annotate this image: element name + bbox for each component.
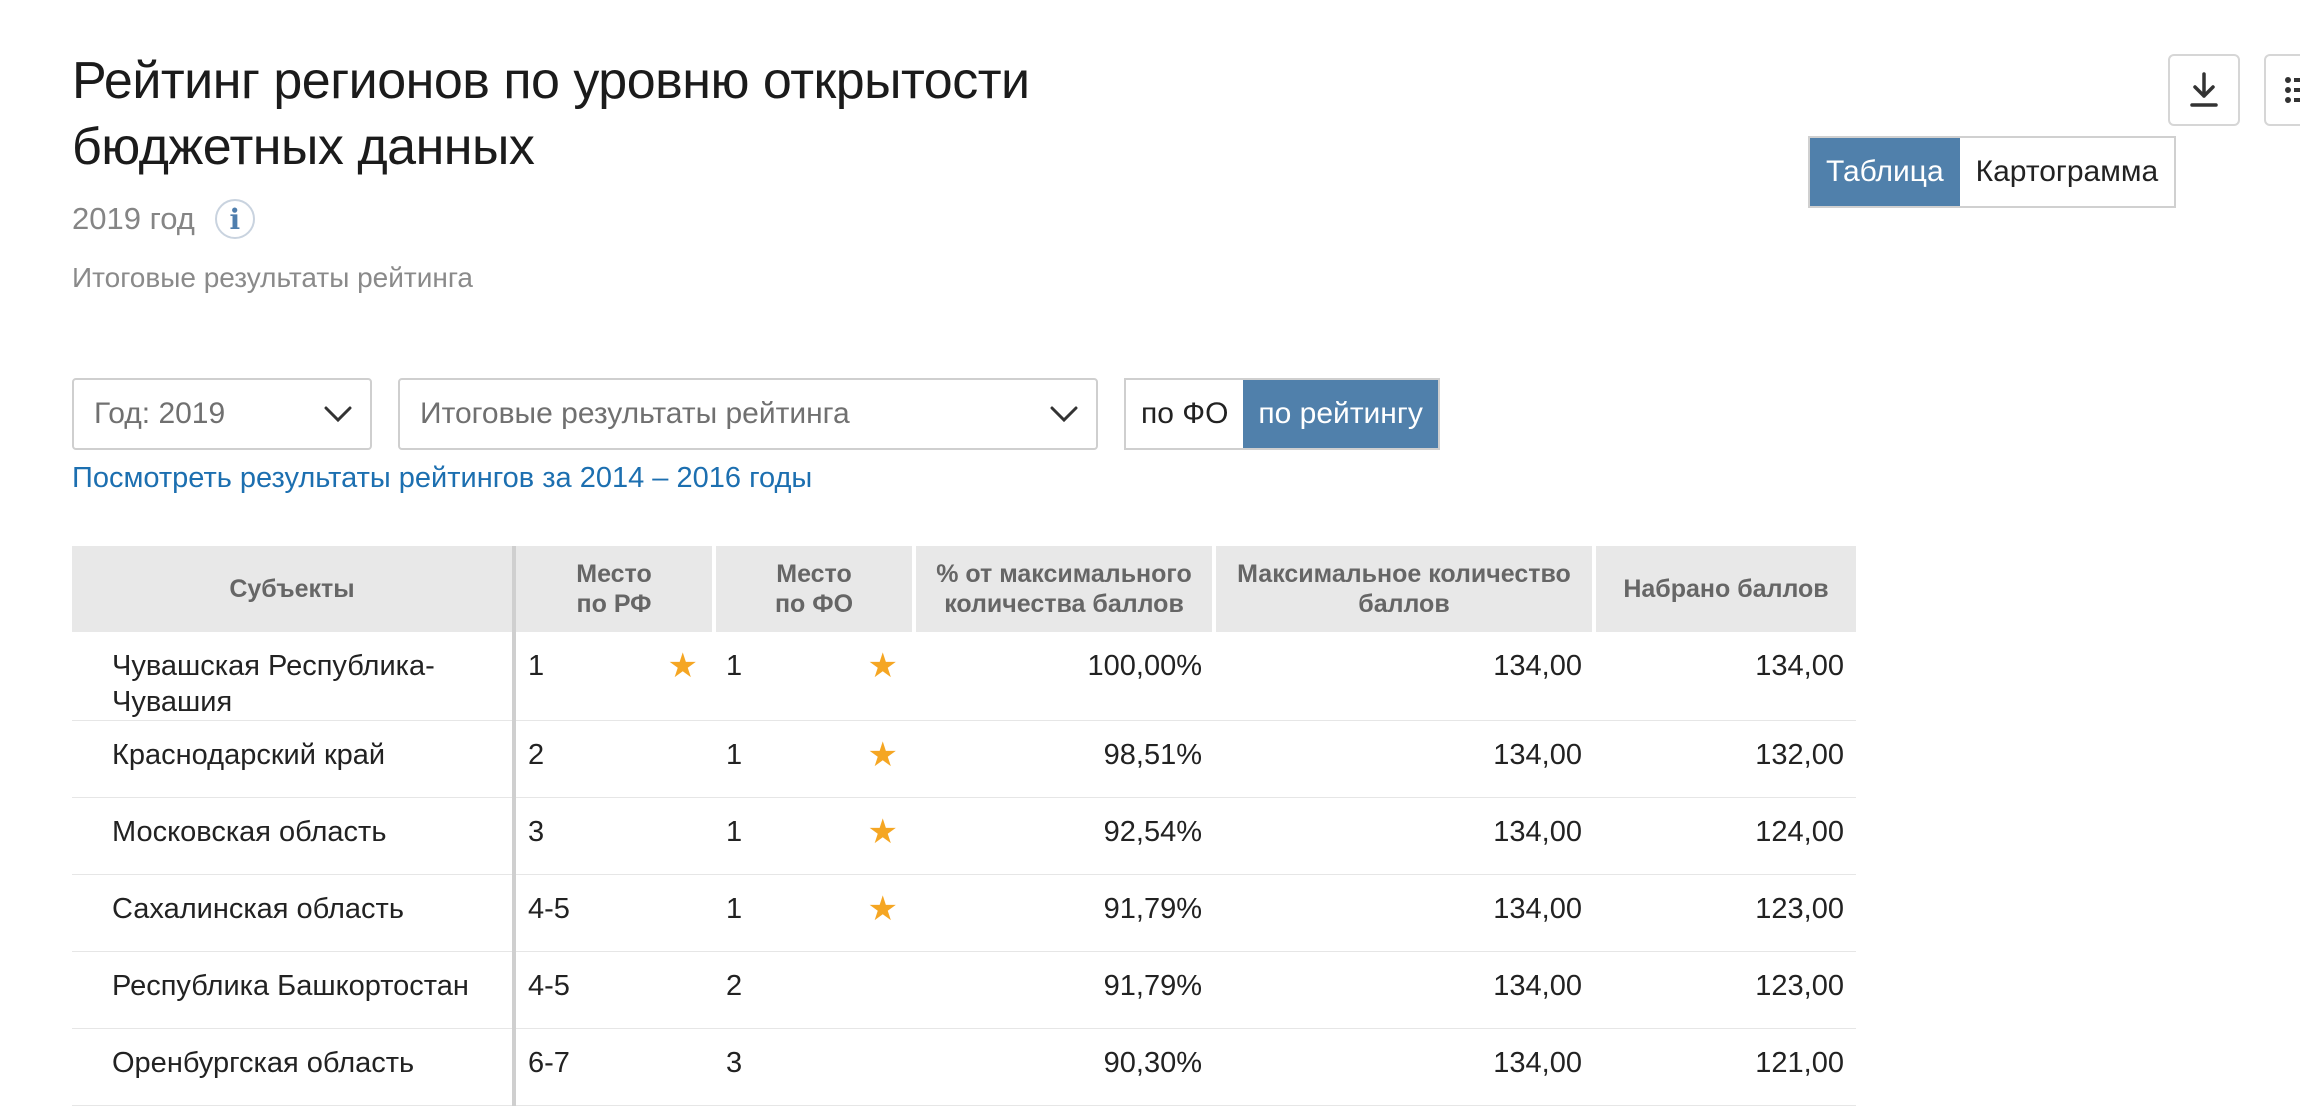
- cell-place-rf: 2: [512, 720, 714, 798]
- group-by-fo-button[interactable]: по ФО: [1126, 380, 1244, 448]
- info-icon[interactable]: i: [214, 199, 255, 239]
- rating-select[interactable]: Итоговые результаты рейтинга: [398, 378, 1098, 450]
- view-map-button[interactable]: Картограмма: [1959, 138, 2175, 206]
- page-subtitle: Итоговые результаты рейтинга: [72, 262, 473, 293]
- place-fo: 1: [726, 739, 743, 771]
- cell-place-rf: 6-7: [512, 1028, 714, 1106]
- subject-name: Чувашская Республика-Чувашия: [112, 650, 435, 718]
- rating-table: Субъекты Место по РФ Место по ФО % от макс…: [72, 546, 1856, 1106]
- header-place-rf[interactable]: Место по РФ: [512, 546, 714, 632]
- place-fo: 1: [726, 816, 743, 848]
- cell-place-rf: 1 ★: [512, 632, 714, 721]
- page-title: Рейтинг регионов по уровню открытости бю…: [72, 52, 1030, 176]
- cell-place-fo: 3: [714, 1028, 914, 1106]
- list-button[interactable]: [2264, 54, 2300, 126]
- place-rf: 3: [528, 816, 545, 848]
- place-fo: 3: [726, 1047, 743, 1079]
- cell-score: 123,00: [1594, 874, 1856, 952]
- cell-subject: Оренбургская область: [72, 1028, 514, 1106]
- cell-max-score: 134,00: [1214, 797, 1594, 875]
- cell-score: 124,00: [1594, 797, 1856, 875]
- chevron-down-icon: [1050, 406, 1078, 423]
- place-rf: 4-5: [528, 893, 570, 925]
- subject-name: Краснодарский край: [112, 739, 386, 771]
- star-icon: ★: [667, 647, 698, 685]
- download-button[interactable]: [2168, 54, 2240, 126]
- cell-place-rf: 3: [512, 797, 714, 875]
- header-max-score[interactable]: Максимальное количество баллов: [1212, 546, 1594, 632]
- place-rf: 1: [528, 650, 545, 682]
- place-rf: 4-5: [528, 970, 570, 1002]
- star-icon: ★: [867, 890, 898, 928]
- table-row[interactable]: Краснодарский край 2 1 ★ 98,51% 134,00 132,00: [72, 720, 1856, 798]
- cell-place-fo: 2: [714, 951, 914, 1029]
- place-fo: 2: [726, 970, 743, 1002]
- table-row[interactable]: Оренбургская область 6-7 3 90,30% 134,00 121,…: [72, 1028, 1856, 1106]
- subject-name: Оренбургская область: [112, 1047, 415, 1079]
- table-header-row: Субъекты Место по РФ Место по ФО % от макс…: [72, 546, 1856, 632]
- cell-place-fo: 1 ★: [714, 874, 914, 952]
- star-icon: ★: [867, 647, 898, 685]
- table-row[interactable]: Республика Башкортостан 4-5 2 91,79% 134,00 1…: [72, 951, 1856, 1029]
- year-row: 2019 год i: [72, 194, 255, 244]
- cell-score: 123,00: [1594, 951, 1856, 1029]
- cell-subject: Краснодарский край: [72, 720, 514, 798]
- subject-name: Республика Башкортостан: [112, 970, 469, 1002]
- group-by-rating-button[interactable]: по рейтингу: [1243, 380, 1438, 448]
- header-score[interactable]: Набрано баллов: [1592, 546, 1856, 632]
- cell-score: 132,00: [1594, 720, 1856, 798]
- table-row[interactable]: Московская область 3 1 ★ 92,54% 134,00 124,00: [72, 797, 1856, 875]
- header-subject[interactable]: Субъекты: [72, 546, 514, 632]
- rating-select-value: Итоговые результаты рейтинга: [420, 397, 850, 430]
- table-row[interactable]: Чувашская Республика-Чувашия 1 ★ 1 ★ 100,00% 1…: [72, 632, 1856, 721]
- year-select-value: Год: 2019: [94, 397, 226, 430]
- group-toggle: по ФО по рейтингу: [1124, 378, 1440, 450]
- cell-max-score: 134,00: [1214, 951, 1594, 1029]
- cell-subject: Республика Башкортостан: [72, 951, 514, 1029]
- place-rf: 6-7: [528, 1047, 570, 1079]
- download-icon: [2190, 72, 2218, 107]
- cell-score: 134,00: [1594, 632, 1856, 721]
- view-table-button[interactable]: Таблица: [1810, 138, 1960, 206]
- cell-percent: 91,79%: [914, 951, 1214, 1029]
- cell-score: 121,00: [1594, 1028, 1856, 1106]
- header-percent[interactable]: % от максимального количества баллов: [912, 546, 1214, 632]
- cell-place-rf: 4-5: [512, 874, 714, 952]
- cell-max-score: 134,00: [1214, 720, 1594, 798]
- header-place-fo[interactable]: Место по ФО: [712, 546, 914, 632]
- subject-name: Московская область: [112, 816, 387, 848]
- cell-subject: Сахалинская область: [72, 874, 514, 952]
- year-select[interactable]: Год: 2019: [72, 378, 372, 450]
- place-fo: 1: [726, 650, 743, 682]
- cell-place-fo: 1 ★: [714, 720, 914, 798]
- place-fo: 1: [726, 893, 743, 925]
- cell-subject: Московская область: [72, 797, 514, 875]
- star-icon: ★: [867, 736, 898, 774]
- cell-max-score: 134,00: [1214, 874, 1594, 952]
- archive-results-link[interactable]: Посмотреть результаты рейтингов за 2014 …: [72, 462, 812, 495]
- subject-name: Сахалинская область: [112, 893, 404, 925]
- chevron-down-icon: [324, 406, 352, 423]
- cell-subject: Чувашская Республика-Чувашия: [72, 632, 514, 721]
- cell-place-fo: 1 ★: [714, 797, 914, 875]
- cell-percent: 100,00%: [914, 632, 1214, 721]
- year-label: 2019 год: [72, 201, 195, 236]
- cell-place-rf: 4-5: [512, 951, 714, 1029]
- list-icon: [2285, 77, 2300, 103]
- cell-max-score: 134,00: [1214, 1028, 1594, 1106]
- cell-max-score: 134,00: [1214, 632, 1594, 721]
- place-rf: 2: [528, 739, 545, 771]
- cell-percent: 90,30%: [914, 1028, 1214, 1106]
- table-row[interactable]: Сахалинская область 4-5 1 ★ 91,79% 134,00 123,…: [72, 874, 1856, 952]
- star-icon: ★: [867, 813, 898, 851]
- view-toggle: Таблица Картограмма: [1808, 136, 2177, 208]
- cell-percent: 92,54%: [914, 797, 1214, 875]
- cell-percent: 98,51%: [914, 720, 1214, 798]
- cell-place-fo: 1 ★: [714, 632, 914, 721]
- cell-percent: 91,79%: [914, 874, 1214, 952]
